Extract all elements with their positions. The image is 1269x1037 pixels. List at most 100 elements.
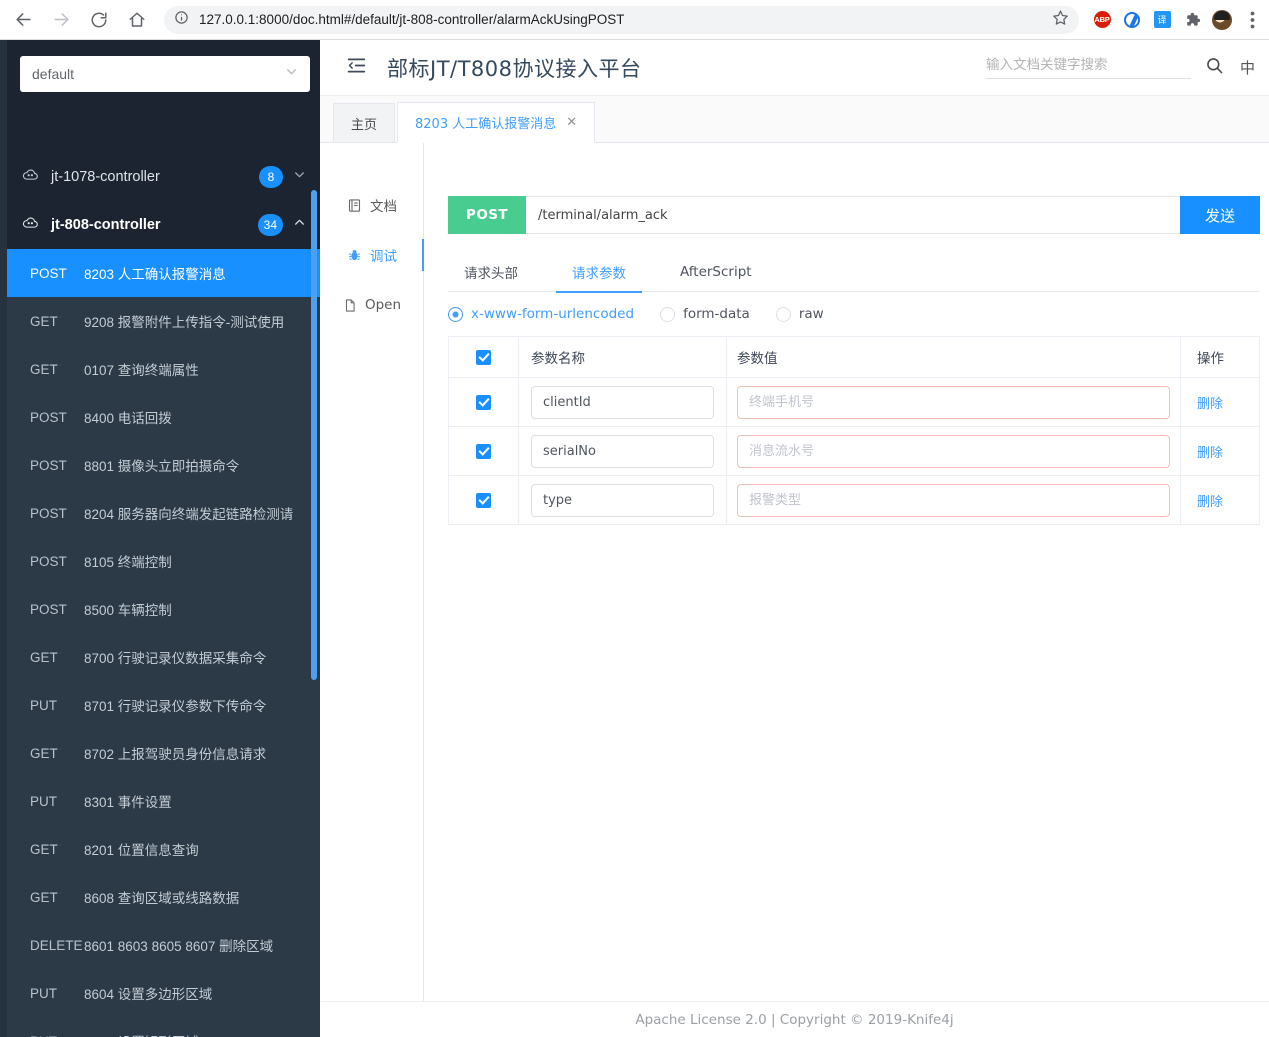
param-value-input[interactable] — [737, 434, 1170, 468]
chevron-up-icon[interactable] — [293, 216, 306, 234]
sidebar-group-jt-808-controller[interactable]: jt-808-controller 34 — [0, 201, 320, 249]
close-icon[interactable]: ✕ — [566, 115, 577, 130]
sidebar-api-item[interactable]: POST 8500 车辆控制 — [0, 585, 320, 633]
api-method-label: GET — [30, 841, 58, 857]
sidebar-api-item[interactable]: GET 9208 报警附件上传指令-测试使用 — [0, 297, 320, 345]
row-checkbox[interactable] — [476, 443, 491, 459]
project-select[interactable]: default — [20, 56, 310, 92]
address-bar[interactable]: 127.0.0.1:8000/doc.html#/default/jt-808-… — [164, 5, 1079, 34]
cloud-icon — [22, 215, 39, 235]
api-method-label: POST — [30, 457, 67, 473]
param-name-cell — [518, 378, 726, 426]
parameter-rows: 删除删除删除 — [449, 378, 1259, 525]
chevron-down-icon — [285, 65, 298, 83]
sidebar-api-item[interactable]: POST 8204 服务器向终端发起链路检测请 — [0, 489, 320, 537]
circle-icon — [1124, 11, 1140, 28]
tab-open[interactable]: Open — [320, 285, 424, 325]
row-select-cell — [449, 492, 518, 508]
api-name-label: 8204 服务器向终端发起链路检测请 — [84, 507, 294, 522]
body-type-radios: x-www-form-urlencoded form-data raw — [448, 300, 1260, 328]
delete-row-link[interactable]: 删除 — [1197, 442, 1223, 461]
group-count-badge: 8 — [259, 166, 283, 188]
api-method-label: PUT — [0, 1034, 84, 1037]
row-checkbox[interactable] — [476, 492, 491, 508]
api-name-label: 8500 车辆控制 — [84, 603, 172, 618]
sidebar-api-item[interactable]: PUT 8301 事件设置 — [0, 777, 320, 825]
header-cell-param-name: 参数名称 — [518, 337, 726, 377]
doc-tab[interactable]: 主页 — [333, 103, 396, 142]
menu-fold-icon[interactable] — [346, 55, 367, 81]
sidebar-api-item[interactable]: GET 8201 位置信息查询 — [0, 825, 320, 873]
sidebar-api-item[interactable]: GET 8608 查询区域或线路数据 — [0, 873, 320, 921]
request-url-row: POST 发送 — [448, 196, 1260, 234]
language-toggle[interactable]: 中 — [1240, 57, 1255, 78]
sidebar-scrollbar[interactable] — [311, 190, 317, 680]
extensions-area: ABP 译 — [1089, 7, 1269, 33]
tab-document[interactable]: 文档 — [320, 185, 424, 225]
header-cell-param-value: 参数值 — [726, 337, 1180, 377]
param-value-input[interactable] — [737, 385, 1170, 419]
adblock-plus-icon[interactable]: ABP — [1089, 7, 1115, 33]
sidebar-api-item[interactable]: DELETE 8601 8603 8605 8607 删除区域 — [0, 921, 320, 969]
request-tab[interactable]: 请求头部 — [448, 253, 534, 292]
param-name-input[interactable] — [531, 385, 714, 419]
api-method-label: PUT — [30, 793, 57, 809]
sidebar-api-item[interactable]: POST 8400 电话回拨 — [0, 393, 320, 441]
sidebar-api-item[interactable]: GET 8702 上报驾驶员身份信息请求 — [0, 729, 320, 777]
sidebar: default jt-1078-controller 8 jt-808-cont… — [0, 40, 320, 1037]
avatar — [1212, 9, 1232, 30]
tab-debug[interactable]: 调试 — [320, 235, 425, 275]
sidebar-api-item[interactable]: POST 8801 摄像头立即拍摄命令 — [0, 441, 320, 489]
opera-extension-icon[interactable] — [1119, 7, 1145, 33]
vtab-label: 调试 — [370, 249, 397, 265]
row-action-cell: 删除 — [1180, 378, 1259, 426]
delete-row-link[interactable]: 删除 — [1197, 393, 1223, 412]
radio-label: raw — [798, 306, 824, 322]
site-info-icon[interactable] — [174, 10, 189, 30]
request-url-input[interactable] — [526, 196, 1180, 234]
search-input[interactable] — [985, 57, 1191, 73]
project-select-value: default — [32, 66, 75, 82]
chevron-down-icon[interactable] — [293, 168, 306, 186]
sidebar-api-item[interactable]: PUT 8604 设置多边形区域 — [0, 969, 320, 1017]
body-type-radio[interactable]: form-data — [660, 306, 750, 322]
document-tabbar: 主页 8203 人工确认报警消息 ✕ — [320, 96, 1269, 143]
param-name-input[interactable] — [531, 434, 714, 468]
body-type-radio[interactable]: x-www-form-urlencoded — [448, 306, 634, 322]
profile-avatar[interactable] — [1209, 7, 1235, 33]
cloud-icon — [22, 167, 39, 187]
forward-button[interactable] — [46, 5, 76, 35]
select-all-checkbox[interactable] — [476, 349, 491, 365]
api-method-label: GET — [30, 649, 58, 665]
api-method-label: POST — [30, 601, 67, 617]
row-checkbox[interactable] — [476, 394, 491, 410]
chrome-menu-button[interactable] — [1239, 7, 1265, 33]
param-value-input[interactable] — [737, 483, 1170, 517]
request-tab[interactable]: 请求参数 — [556, 253, 642, 293]
home-icon — [128, 11, 146, 29]
body-type-radio[interactable]: raw — [775, 306, 824, 322]
sidebar-api-item[interactable]: PUT 8701 行驶记录仪参数下传命令 — [0, 681, 320, 729]
search-icon[interactable] — [1205, 56, 1224, 80]
sidebar-api-item[interactable]: GET 8700 行驶记录仪数据采集命令 — [0, 633, 320, 681]
puzzle-extensions-icon[interactable] — [1179, 7, 1205, 33]
abp-badge: ABP — [1093, 11, 1111, 28]
vtab-label: 文档 — [370, 199, 397, 215]
request-tab[interactable]: AfterScript — [664, 253, 768, 292]
api-method-label: POST — [30, 409, 67, 425]
reload-button[interactable] — [84, 5, 114, 35]
sidebar-api-item[interactable]: POST 8105 终端控制 — [0, 537, 320, 585]
doc-tab[interactable]: 8203 人工确认报警消息 ✕ — [397, 102, 596, 143]
send-button[interactable]: 发送 — [1180, 196, 1260, 234]
param-name-input[interactable] — [531, 483, 714, 517]
sidebar-group-jt-1078-controller[interactable]: jt-1078-controller 8 — [0, 153, 320, 201]
back-button[interactable] — [8, 5, 38, 35]
translate-extension-icon[interactable]: 译 — [1149, 7, 1175, 33]
sidebar-api-item[interactable]: PUT8602 设置矩形区域 — [0, 1017, 320, 1037]
bookmark-star-icon[interactable] — [1044, 9, 1069, 31]
sidebar-api-item[interactable]: POST 8203 人工确认报警消息 — [0, 249, 320, 297]
home-button[interactable] — [122, 5, 152, 35]
sidebar-api-item[interactable]: GET 0107 查询终端属性 — [0, 345, 320, 393]
api-name-label: 8700 行驶记录仪数据采集命令 — [84, 651, 267, 666]
delete-row-link[interactable]: 删除 — [1197, 491, 1223, 510]
